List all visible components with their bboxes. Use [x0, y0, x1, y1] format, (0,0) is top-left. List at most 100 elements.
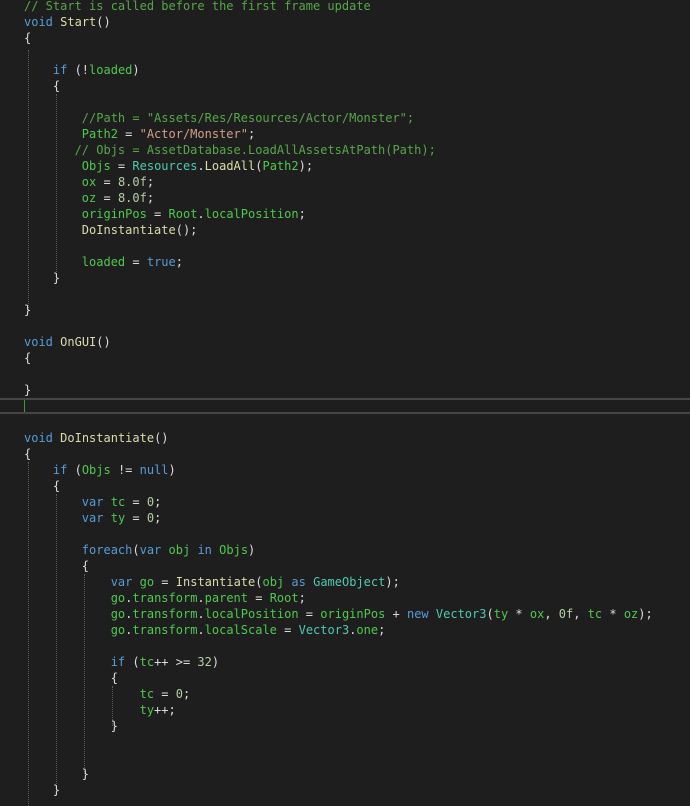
code-line[interactable]: var go = Instantiate(obj as GameObject);: [24, 574, 400, 590]
code-line[interactable]: oz = 8.0f;: [24, 190, 154, 206]
code-token-plain: .: [197, 607, 205, 621]
code-token-plain: ): [132, 63, 140, 77]
code-line[interactable]: originPos = Root.localPosition;: [24, 206, 306, 222]
code-line[interactable]: }: [24, 382, 31, 398]
code-token-plain: {: [24, 479, 61, 493]
code-token-field: transform: [132, 591, 198, 605]
code-token-plain: =: [276, 623, 299, 637]
code-token-plain: =: [154, 575, 176, 589]
code-token-plain: ;: [247, 127, 256, 141]
code-line[interactable]: if (tc++ >= 32): [24, 654, 219, 670]
code-token-keyword: if: [110, 655, 126, 669]
code-token-plain: }: [24, 719, 118, 733]
code-token-plain: ): [168, 463, 176, 477]
code-line[interactable]: Path2 = "Actor/Monster";: [24, 126, 255, 142]
code-line[interactable]: go.transform.localPosition = originPos +…: [24, 606, 653, 622]
code-line[interactable]: {: [24, 446, 31, 462]
code-line[interactable]: ty++;: [24, 702, 176, 718]
code-line[interactable]: }: [24, 766, 89, 782]
code-token-field: originPos: [320, 607, 386, 621]
code-token-field: transform: [132, 607, 198, 621]
code-token-plain: ,: [573, 607, 588, 621]
code-line[interactable]: // Start is called before the first fram…: [24, 0, 371, 14]
code-line[interactable]: }: [24, 302, 31, 318]
code-line[interactable]: void DoInstantiate(): [24, 430, 169, 446]
code-token-keyword: var: [81, 511, 104, 525]
code-line[interactable]: {: [24, 30, 31, 46]
code-token-plain: (: [125, 655, 140, 669]
code-editor[interactable]: // Start is called before the first fram…: [0, 0, 690, 806]
code-line[interactable]: Objs = Resources.LoadAll(Path2);: [24, 158, 313, 174]
code-token-field: one: [356, 623, 379, 637]
code-token-field: ty: [139, 703, 155, 717]
code-token-plain: ;: [298, 207, 306, 221]
code-token-field: localScale: [204, 623, 277, 637]
code-token-plain: {: [24, 559, 90, 573]
code-line[interactable]: // Objs = AssetDatabase.LoadAllAssetsAtP…: [24, 142, 436, 158]
code-token-plain: {: [24, 79, 61, 93]
code-token-plain: !=: [110, 463, 140, 477]
code-line[interactable]: void OnGUI(): [24, 334, 111, 350]
code-line[interactable]: {: [24, 670, 118, 686]
code-line[interactable]: {: [24, 78, 60, 94]
code-line[interactable]: void Start(): [24, 14, 111, 30]
code-line[interactable]: go.transform.parent = Root;: [24, 590, 306, 606]
code-token-field: ox: [529, 607, 545, 621]
code-token-field: obj: [168, 543, 191, 557]
code-token-field: ox: [81, 175, 97, 189]
code-token-plain: =: [125, 255, 147, 269]
code-line[interactable]: //Path = "Assets/Res/Resources/Actor/Mon…: [24, 110, 414, 126]
code-line[interactable]: }: [24, 718, 118, 734]
code-line[interactable]: {: [24, 558, 89, 574]
code-token-field: tc: [110, 495, 126, 509]
code-token-plain: *: [508, 607, 530, 621]
code-token-plain: (!: [67, 63, 90, 77]
code-line[interactable]: loaded = true;: [24, 254, 183, 270]
code-token-field: transform: [132, 623, 198, 637]
code-line[interactable]: var ty = 0;: [24, 510, 162, 526]
code-token-keyword: new: [406, 607, 429, 621]
code-line[interactable]: ox = 8.0f;: [24, 174, 154, 190]
code-token-number: 8.0f: [117, 175, 147, 189]
code-token-plain: .: [197, 159, 205, 173]
code-token-keyword: var: [139, 543, 162, 557]
code-line[interactable]: if (!loaded): [24, 62, 140, 78]
code-token-plain: ++ >=: [154, 655, 198, 669]
code-line[interactable]: if (Objs != null): [24, 462, 176, 478]
code-token-method: DoInstantiate: [60, 431, 155, 445]
code-line[interactable]: foreach(var obj in Objs): [24, 542, 255, 558]
code-token-plain: =: [110, 159, 133, 173]
code-token-keyword: foreach: [81, 543, 133, 557]
code-line[interactable]: }: [24, 782, 60, 798]
code-token-comment: // Start is called before the first fram…: [24, 0, 371, 13]
code-token-keyword: var: [81, 495, 104, 509]
code-token-plain: =: [117, 127, 140, 141]
code-line[interactable]: go.transform.localScale = Vector3.one;: [24, 622, 386, 638]
code-line[interactable]: var tc = 0;: [24, 494, 162, 510]
code-token-plain: .: [197, 207, 205, 221]
code-token-keyword: void: [24, 431, 53, 445]
code-token-field: localPosition: [204, 607, 299, 621]
code-token-field: ty: [110, 511, 126, 525]
code-token-field: Objs: [81, 463, 111, 477]
code-line[interactable]: DoInstantiate();: [24, 222, 198, 238]
code-token-plain: }: [24, 271, 61, 285]
code-line[interactable]: {: [24, 350, 31, 366]
code-token-plain: ++;: [154, 703, 176, 717]
code-token-method: DoInstantiate: [81, 223, 176, 237]
code-token-field: loaded: [89, 63, 133, 77]
code-line[interactable]: tc = 0;: [24, 686, 191, 702]
code-line[interactable]: }: [24, 270, 60, 286]
code-line[interactable]: {: [24, 478, 60, 494]
